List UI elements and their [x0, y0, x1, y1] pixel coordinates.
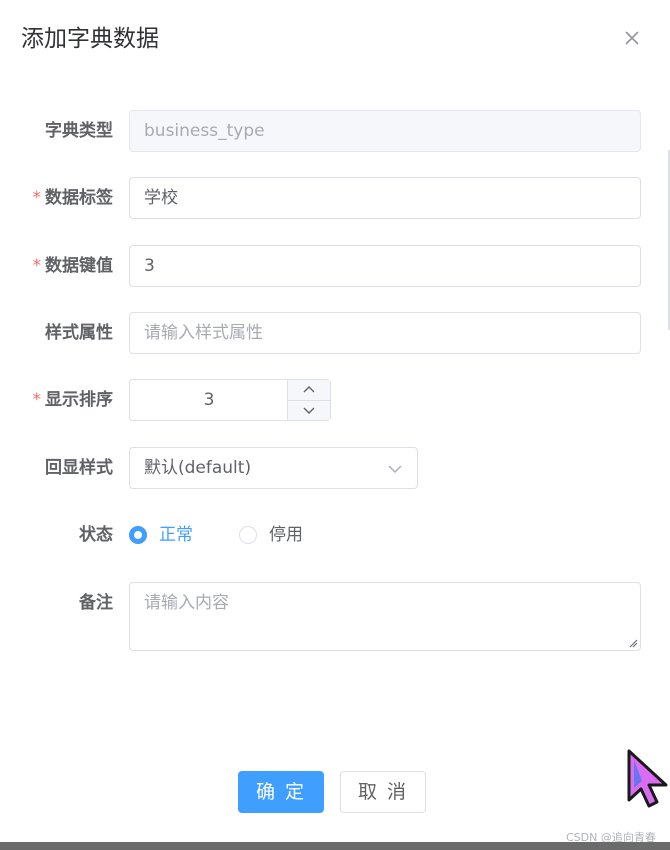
radio-unchecked-icon — [239, 526, 257, 544]
sort-stepper[interactable]: 3 — [129, 379, 331, 421]
dict-type-label: 字典类型 — [45, 121, 113, 141]
dict-type-value: business_type — [144, 121, 265, 141]
confirm-button[interactable]: 确 定 — [238, 771, 324, 813]
remark-textarea[interactable]: 请输入内容 — [129, 582, 641, 651]
chevron-down-icon — [303, 407, 315, 414]
css-class-input[interactable]: 请输入样式属性 — [129, 312, 641, 354]
close-icon — [625, 31, 639, 45]
mouse-cursor-icon — [627, 749, 668, 808]
css-class-placeholder: 请输入样式属性 — [144, 323, 263, 343]
decrease-button[interactable] — [288, 400, 330, 420]
close-button[interactable] — [620, 26, 644, 50]
chevron-up-icon — [303, 386, 315, 393]
required-mark: * — [32, 188, 42, 208]
dict-label-label: * 数据标签 — [32, 188, 114, 208]
list-class-select[interactable]: 默认(default) — [129, 447, 418, 489]
bottom-bar — [0, 842, 670, 850]
stepper-controls — [287, 380, 330, 420]
list-class-value: 默认(default) — [144, 458, 252, 478]
increase-button[interactable] — [288, 380, 330, 401]
chevron-down-icon — [388, 465, 402, 473]
remark-placeholder: 请输入内容 — [144, 593, 229, 613]
css-class-label: 样式属性 — [45, 323, 113, 343]
dict-type-input: business_type — [129, 110, 641, 152]
status-radio-normal-label: 正常 — [159, 525, 193, 545]
radio-checked-icon — [129, 526, 147, 544]
sort-label: * 显示排序 — [32, 390, 114, 410]
status-radio-disabled-label: 停用 — [269, 525, 303, 545]
list-class-label: 回显样式 — [45, 458, 113, 478]
required-mark: * — [32, 390, 42, 410]
dict-value-input[interactable]: 3 — [129, 245, 641, 287]
required-mark: * — [32, 256, 42, 276]
remark-label: 备注 — [79, 593, 113, 613]
dict-value-value: 3 — [144, 256, 155, 276]
dict-label-input[interactable]: 学校 — [129, 177, 641, 219]
status-label: 状态 — [79, 525, 113, 545]
dialog-title: 添加字典数据 — [21, 26, 159, 52]
dict-value-label: * 数据键值 — [32, 256, 114, 276]
sort-value[interactable]: 3 — [130, 380, 288, 420]
resize-grip-icon[interactable] — [628, 638, 638, 648]
dict-label-value: 学校 — [144, 188, 178, 208]
cancel-button[interactable]: 取 消 — [340, 771, 426, 813]
